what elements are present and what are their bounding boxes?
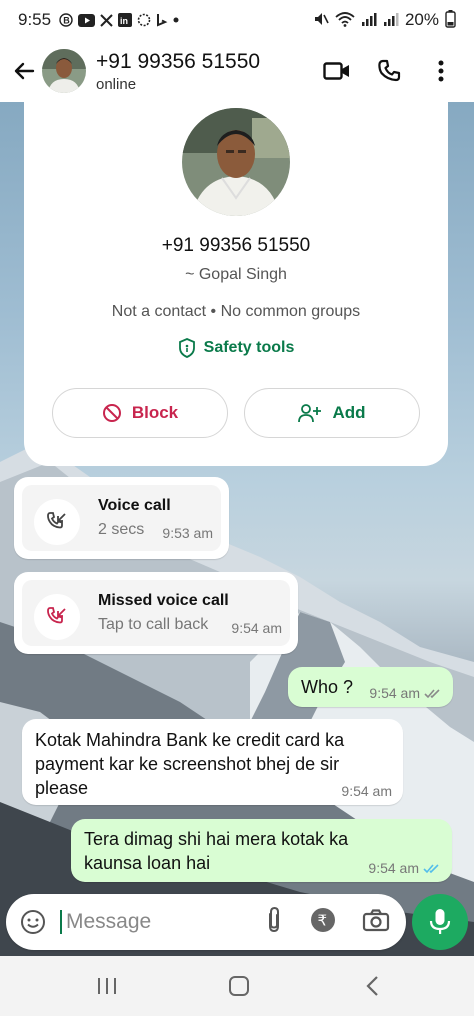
b-circle-icon: B [59, 13, 73, 27]
microphone-icon [429, 909, 451, 934]
incoming-call-icon [34, 499, 80, 545]
rupee-icon: ₹ [311, 907, 335, 932]
linkedin-icon: in [118, 13, 133, 27]
message-text: Kotak Mahindra Bank ke credit card ka pa… [35, 730, 345, 798]
header-avatar[interactable] [42, 49, 86, 93]
safety-tools-label: Safety tools [203, 339, 295, 356]
nav-back-button[interactable] [352, 971, 392, 1001]
voice-call-button[interactable] [374, 56, 404, 86]
dot-icon [173, 17, 179, 23]
nav-back-icon [366, 976, 378, 996]
double-check-blue-icon [423, 863, 439, 873]
recents-icon [98, 978, 116, 994]
block-label: Block [131, 403, 179, 422]
message-time: 9:54 am [369, 685, 420, 701]
header-info[interactable]: +91 99356 51550 online [96, 50, 260, 93]
camera-icon [362, 908, 390, 931]
signal-icon-2 [383, 11, 399, 30]
message-meta: 9:54 am [341, 783, 392, 799]
call-message[interactable]: Voice call 2 secs 9:53 am [14, 477, 229, 559]
system-nav-bar [0, 956, 474, 1016]
message-meta: 9:54 am [368, 860, 441, 876]
chat-header: +91 99356 51550 online [0, 40, 474, 102]
outgoing-message[interactable]: Tera dimag shi hai mera kotak ka kaunsa … [71, 819, 452, 882]
chat-area[interactable]: +91 99356 51550 ~ Gopal Singh Not a cont… [0, 102, 474, 956]
composer-actions: ₹ [264, 906, 390, 939]
block-icon [102, 404, 121, 422]
home-icon [229, 976, 249, 996]
call-title: Voice call [98, 497, 171, 514]
notification-icons: B in [59, 13, 179, 27]
message-meta: 9:54 am [369, 685, 442, 701]
profile-card: +91 99356 51550 ~ Gopal Singh Not a cont… [24, 102, 448, 466]
contact-name: +91 99356 51550 [96, 49, 261, 73]
youtube-icon [78, 13, 96, 27]
profile-phone: +91 99356 51550 [161, 235, 311, 256]
message-input[interactable] [60, 910, 230, 934]
svg-text:in: in [120, 16, 128, 26]
more-vert-icon [438, 60, 444, 82]
missed-call-message[interactable]: Missed voice call Tap to call back 9:54 … [14, 572, 298, 654]
message-time: 9:53 am [162, 525, 213, 541]
emoji-button[interactable] [18, 907, 48, 937]
emoji-icon [21, 910, 45, 934]
call-duration: 2 secs [98, 521, 145, 538]
add-person-icon [298, 404, 322, 423]
signal-icon-1 [361, 11, 377, 30]
battery-icon [445, 9, 456, 31]
profile-avatar[interactable] [182, 108, 290, 216]
double-check-grey-icon [424, 688, 440, 698]
x-icon [100, 13, 113, 27]
safety-tools-link[interactable]: Safety tools [24, 338, 448, 358]
message-text: Who ? [301, 677, 354, 697]
mute-icon [313, 11, 329, 30]
message-time: 9:54 am [341, 783, 392, 799]
svg-text:B: B [63, 16, 70, 26]
bing-icon [156, 13, 168, 27]
call-title: Missed voice call [98, 592, 229, 609]
message-time: 9:54 am [368, 860, 419, 876]
add-label: Add [332, 403, 366, 422]
voice-message-button[interactable] [412, 894, 468, 950]
contact-status: online [96, 75, 137, 93]
outgoing-message[interactable]: Who ? 9:54 am [288, 667, 453, 707]
status-right: 20% [313, 9, 456, 31]
attach-button[interactable] [264, 906, 284, 939]
status-time: 9:55 [18, 10, 52, 29]
more-options-button[interactable] [426, 56, 456, 86]
payment-button[interactable]: ₹ [310, 907, 336, 938]
video-call-button[interactable] [322, 56, 352, 86]
back-button[interactable] [6, 53, 42, 89]
message-time: 9:54 am [231, 620, 282, 636]
back-arrow-icon [14, 62, 35, 80]
add-contact-button[interactable]: Add [244, 388, 420, 438]
call-card: Voice call 2 secs 9:53 am [22, 485, 221, 551]
profile-name: ~ Gopal Singh [185, 266, 287, 283]
profile-meta: Not a contact • No common groups [111, 303, 361, 320]
missed-call-icon [34, 594, 80, 640]
phone-icon [378, 59, 401, 82]
camera-button[interactable] [362, 908, 390, 937]
header-actions [322, 56, 456, 86]
message-composer: ₹ [6, 894, 406, 950]
home-button[interactable] [219, 971, 259, 1001]
paperclip-icon [269, 906, 279, 932]
recents-button[interactable] [87, 971, 127, 1001]
call-back-hint: Tap to call back [98, 616, 209, 633]
battery-text: 20% [404, 10, 439, 29]
block-button[interactable]: Block [52, 388, 228, 438]
video-camera-icon [323, 62, 349, 80]
svg-text:₹: ₹ [318, 911, 328, 929]
incoming-message[interactable]: Kotak Mahindra Bank ke credit card ka pa… [22, 719, 403, 805]
shield-icon [178, 338, 195, 358]
call-card: Missed voice call Tap to call back 9:54 … [22, 580, 290, 646]
sync-icon [137, 13, 151, 27]
status-bar: 9:55 B in 20% [0, 0, 474, 40]
wifi-icon [335, 11, 355, 30]
message-text: Tera dimag shi hai mera kotak ka kaunsa … [84, 829, 349, 873]
